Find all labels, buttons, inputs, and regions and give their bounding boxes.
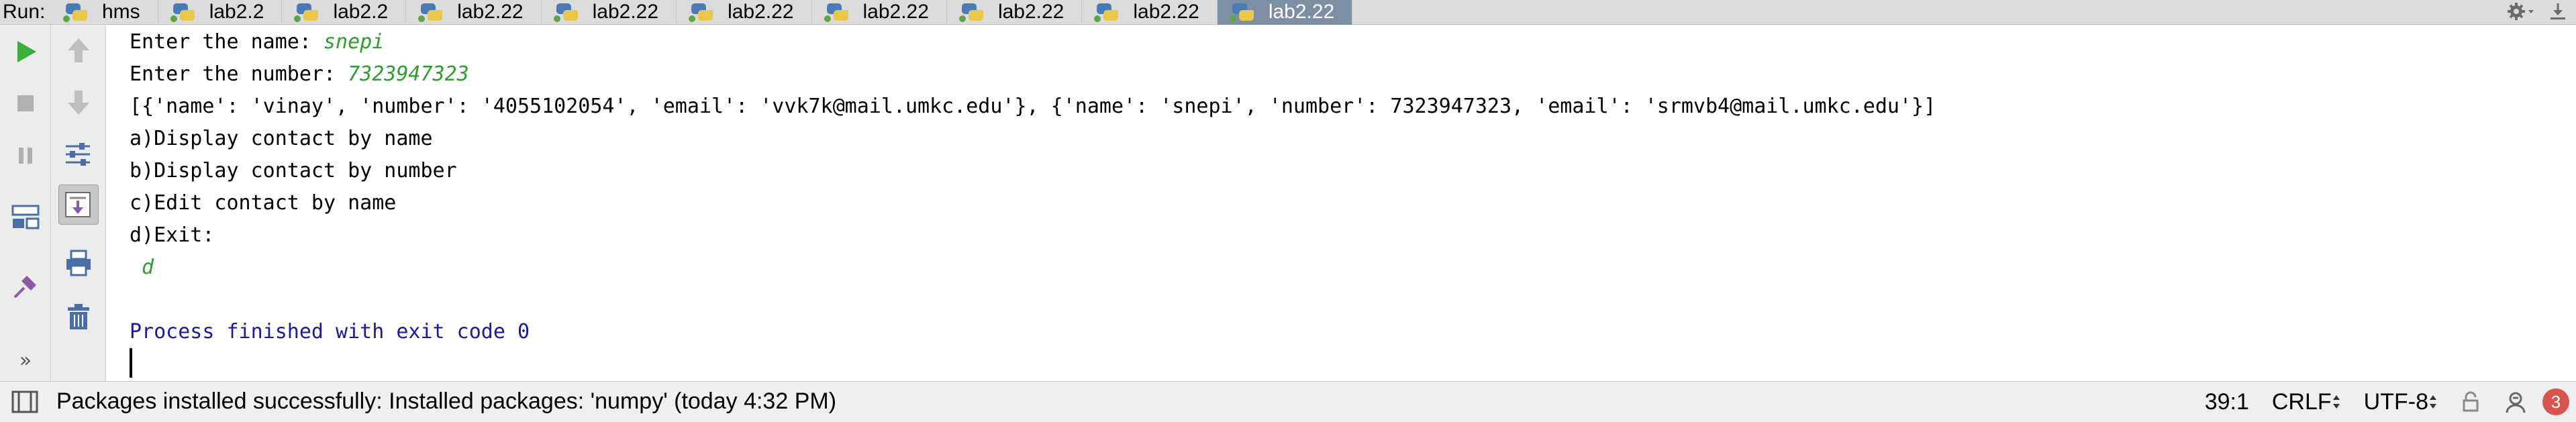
console-line-menu-a: a)Display contact by name (130, 127, 433, 150)
pause-icon[interactable] (5, 136, 46, 176)
tab-label: lab2.22 (1268, 1, 1335, 23)
tab-lab2-22-f[interactable]: lab2.22 (1082, 0, 1218, 25)
tab-lab2-22-e[interactable]: lab2.22 (947, 0, 1083, 25)
tab-label: lab2.22 (592, 1, 659, 23)
python-file-icon (1229, 2, 1259, 22)
console-line-contacts: [{'name': 'vinay', 'number': '4055102054… (130, 95, 1936, 118)
line-separator-value: CRLF (2271, 388, 2332, 415)
hide-icon[interactable] (2548, 1, 2568, 24)
tool-window-toggle-icon[interactable] (11, 390, 39, 420)
user-input: snepi (323, 30, 385, 54)
run-toolbar: » (0, 25, 51, 381)
tab-label: lab2.2 (209, 1, 264, 23)
run-icon[interactable] (5, 32, 46, 72)
lock-icon[interactable] (2461, 391, 2481, 413)
console-line-name: Enter the name: snepi (130, 26, 384, 58)
down-icon[interactable] (58, 83, 99, 123)
line-separator-widget[interactable]: CRLF (2272, 389, 2341, 415)
caret-position[interactable]: 39:1 (2205, 389, 2249, 415)
tab-label: lab2.22 (997, 1, 1064, 23)
tab-lab2-22-b[interactable]: lab2.22 (542, 0, 677, 25)
text-caret (130, 348, 132, 378)
console-line-process-finished: Process finished with exit code 0 (130, 320, 530, 344)
console-line-choice: d (130, 256, 154, 279)
encoding-value: UTF-8 (2363, 388, 2428, 415)
python-file-icon (553, 2, 583, 22)
python-file-icon (170, 2, 200, 22)
tabbar-actions (2506, 0, 2576, 25)
console-line-menu-d: d)Exit: (130, 223, 215, 247)
console-line-menu-c: c)Edit contact by name (130, 191, 397, 215)
tab-label: lab2.22 (457, 1, 524, 23)
prompt-text: Enter the name: (130, 30, 324, 54)
pin-icon[interactable] (5, 266, 46, 307)
tab-lab2-2-b[interactable]: lab2.2 (282, 0, 407, 25)
encoding-widget[interactable]: UTF-8 (2364, 389, 2438, 415)
tab-lab2-22-a[interactable]: lab2.22 (406, 0, 542, 25)
tab-label: hms (102, 1, 140, 23)
more-label: » (19, 348, 32, 372)
tab-label: lab2.22 (862, 1, 929, 23)
run-label: Run: (3, 1, 46, 23)
tab-lab2-22-active[interactable]: lab2.22 (1217, 0, 1353, 25)
notifications-badge[interactable]: 3 (2542, 388, 2569, 415)
python-file-icon (294, 2, 324, 22)
status-right: 39:1 CRLF UTF-8 3 (2205, 382, 2576, 422)
stop-icon[interactable] (5, 83, 46, 123)
console-output[interactable]: Enter the name: snepi Enter the number: … (106, 25, 2576, 381)
console-toolbar (51, 25, 106, 381)
status-bar: Packages installed successfully: Install… (0, 381, 2576, 422)
trash-icon[interactable] (58, 297, 99, 337)
up-icon[interactable] (58, 30, 99, 70)
inspector-icon[interactable] (2504, 390, 2528, 414)
tab-lab2-22-d[interactable]: lab2.22 (812, 0, 947, 25)
python-file-icon (689, 2, 718, 22)
run-tab-bar: Run: hms lab2.2 lab2.2 lab2.22 lab2.22 l… (0, 0, 2576, 25)
python-file-icon (418, 2, 448, 22)
console-line-number: Enter the number: 7323947323 (130, 58, 469, 91)
python-file-icon (958, 2, 989, 22)
tab-label: lab2.22 (1133, 1, 1199, 23)
chevron-updown-icon (2332, 395, 2340, 409)
layout-icon[interactable] (5, 197, 46, 238)
status-message[interactable]: Packages installed successfully: Install… (56, 388, 836, 415)
chevron-updown-icon (2430, 395, 2436, 409)
scroll-to-end-icon[interactable] (58, 184, 99, 225)
tab-lab2-22-c[interactable]: lab2.22 (677, 0, 812, 25)
gear-icon[interactable] (2506, 1, 2536, 24)
settings-toggle-icon[interactable] (58, 134, 99, 174)
python-file-icon (63, 2, 93, 22)
tab-hms[interactable]: hms (51, 0, 158, 25)
prompt-text: Enter the number: (130, 62, 348, 86)
tab-label: lab2.22 (728, 1, 794, 23)
print-icon[interactable] (58, 243, 99, 283)
python-file-icon (1094, 2, 1124, 22)
python-file-icon (824, 2, 854, 22)
console-line-menu-b: b)Display contact by number (130, 159, 457, 182)
more-icon[interactable]: » (5, 340, 46, 380)
tab-lab2-2-a[interactable]: lab2.2 (158, 0, 283, 25)
tab-label: lab2.2 (333, 1, 389, 23)
user-input: 7323947323 (348, 62, 469, 86)
